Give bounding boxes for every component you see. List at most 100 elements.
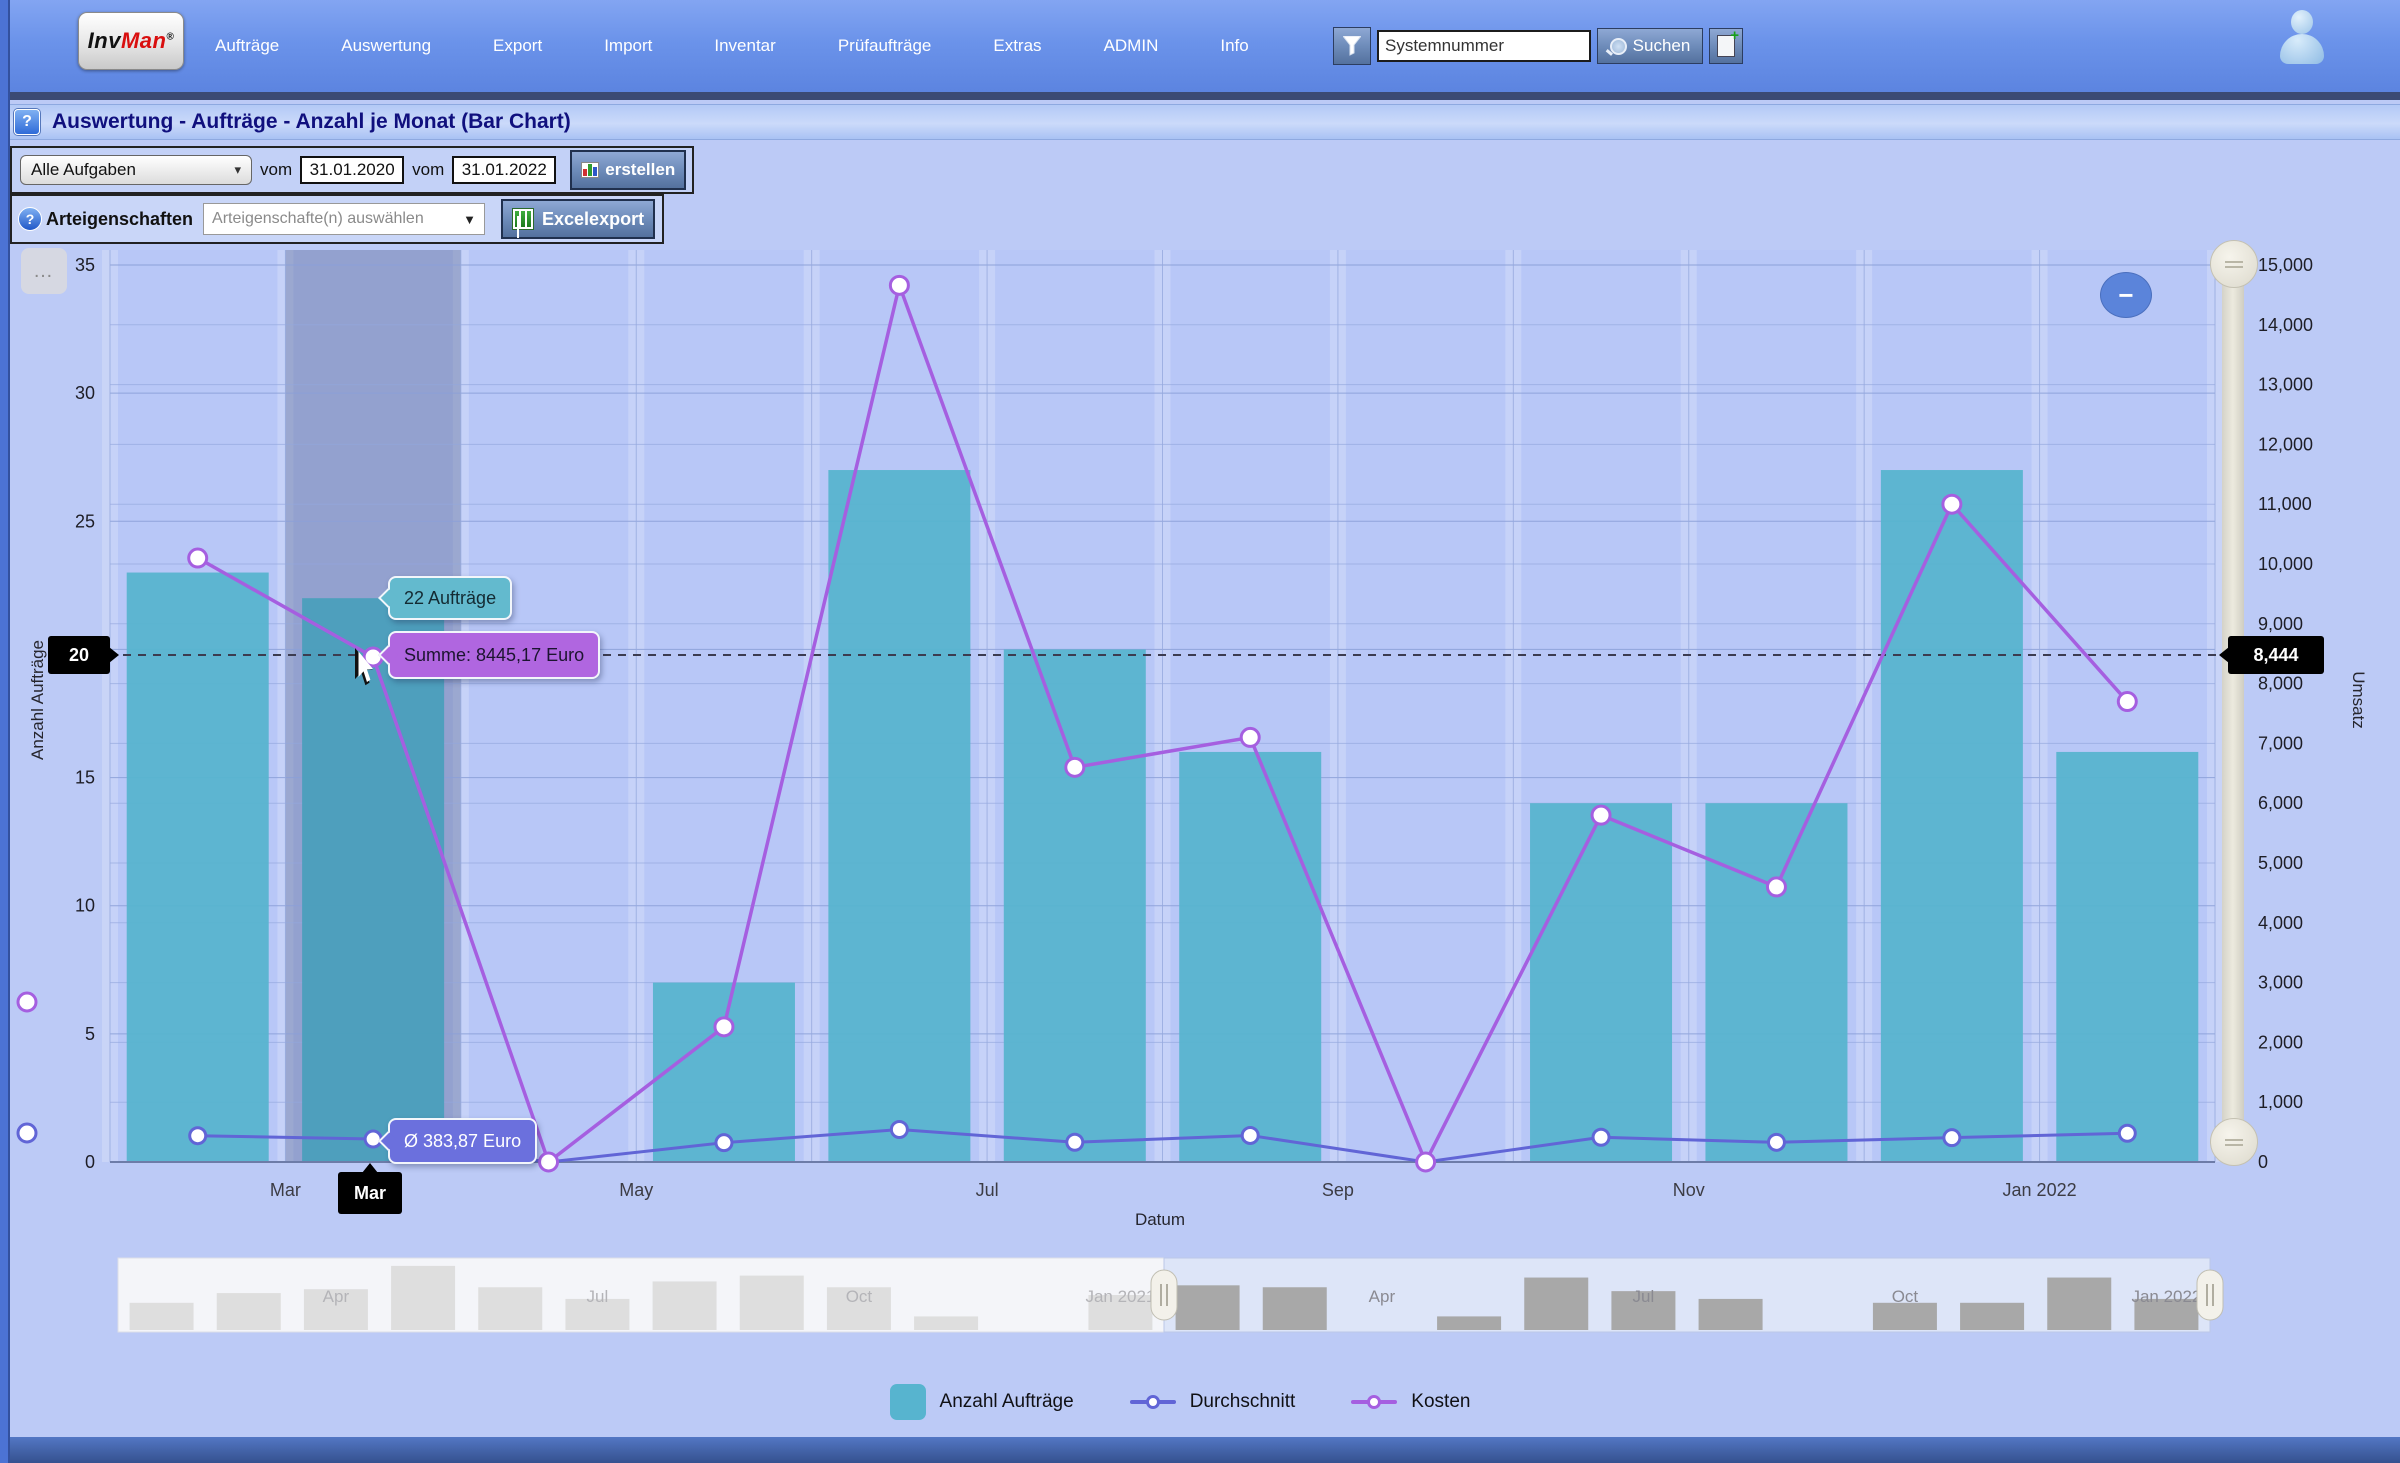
y-tick-right: 8,000 xyxy=(2258,674,2303,694)
value-axis-grip-top[interactable] xyxy=(2210,240,2258,288)
excel-export-button[interactable]: Excelexport xyxy=(501,199,655,239)
point-kosten-aug-2021[interactable] xyxy=(1241,728,1259,746)
point-kosten-may-2021[interactable] xyxy=(715,1018,733,1036)
navigator-bar xyxy=(914,1316,978,1330)
y-tick-right: 10,000 xyxy=(2258,554,2313,574)
bar-jun-2021[interactable] xyxy=(828,470,970,1162)
chart-options-button[interactable]: … xyxy=(21,248,67,294)
point-kosten-dec-2021[interactable] xyxy=(1943,495,1961,513)
left-axis-grip-kosten[interactable] xyxy=(18,993,36,1011)
navbar-search-area: Suchen xyxy=(1333,28,1743,64)
filter-row-properties: ? Arteigenschaften Arteigenschafte(n) au… xyxy=(10,194,664,244)
properties-select[interactable]: Arteigenschafte(n) auswählen ▼ xyxy=(203,203,485,235)
point-durchschnitt-may-2021[interactable] xyxy=(716,1135,732,1151)
navigator-bar xyxy=(1176,1285,1240,1330)
point-durchschnitt-oct-2021[interactable] xyxy=(1593,1129,1609,1145)
value-axis-zoom-track[interactable] xyxy=(2222,252,2244,1164)
point-durchschnitt-jul-2021[interactable] xyxy=(1067,1134,1083,1150)
zoom-out-button[interactable]: − xyxy=(2100,272,2152,318)
y-tick-left: 30 xyxy=(75,383,95,403)
avatar-body xyxy=(2280,34,2324,64)
chart-legend: Anzahl Aufträge Durchschnitt Kosten xyxy=(0,1384,2360,1420)
nav-item-inventar[interactable]: Inventar xyxy=(714,36,775,56)
properties-label: Arteigenschaften xyxy=(46,209,193,230)
right-axis-title: Umsatz xyxy=(2348,600,2368,800)
nav-item-import[interactable]: Import xyxy=(604,36,652,56)
bar-jan-2022[interactable] xyxy=(2056,752,2198,1162)
left-axis-grip-durchschnitt[interactable] xyxy=(18,1124,36,1142)
y-tick-right: 0 xyxy=(2258,1152,2268,1172)
invman-logo[interactable]: InvMan® xyxy=(78,12,184,70)
point-kosten-oct-2021[interactable] xyxy=(1592,806,1610,824)
value-axis-grip-bottom[interactable] xyxy=(2210,1118,2258,1166)
y-tick-right: 1,000 xyxy=(2258,1092,2303,1112)
x-axis-title: Datum xyxy=(1060,1210,1260,1230)
navigator-grip-right[interactable] xyxy=(2197,1270,2223,1320)
nav-item-prfauftrge[interactable]: Prüfaufträge xyxy=(838,36,932,56)
user-avatar[interactable] xyxy=(2274,6,2330,64)
navigator-label: Apr xyxy=(1369,1287,1396,1306)
point-kosten-jun-2021[interactable] xyxy=(890,276,908,294)
point-kosten-apr-2021[interactable] xyxy=(540,1153,558,1171)
page-title: Auswertung - Aufträge - Anzahl je Monat … xyxy=(52,110,571,134)
bar-dec-2021[interactable] xyxy=(1881,470,2023,1162)
bar-feb-2021[interactable] xyxy=(127,573,269,1162)
point-kosten-sep-2021[interactable] xyxy=(1417,1153,1435,1171)
export-shortcut-button[interactable] xyxy=(1709,28,1743,64)
y-tick-left: 10 xyxy=(75,896,95,916)
nav-item-export[interactable]: Export xyxy=(493,36,542,56)
bar-jul-2021[interactable] xyxy=(1004,649,1146,1162)
search-button[interactable]: Suchen xyxy=(1597,28,1703,64)
properties-help-icon[interactable]: ? xyxy=(18,207,42,231)
nav-item-info[interactable]: Info xyxy=(1220,36,1248,56)
task-type-select[interactable]: Alle Aufgaben ▾ xyxy=(20,155,252,185)
navigator-label: Apr xyxy=(323,1287,350,1306)
nav-item-extras[interactable]: Extras xyxy=(993,36,1041,56)
nav-item-admin[interactable]: ADMIN xyxy=(1104,36,1159,56)
point-durchschnitt-jan-2022[interactable] xyxy=(2119,1125,2135,1141)
point-durchschnitt-jun-2021[interactable] xyxy=(891,1122,907,1138)
y-tick-right: 4,000 xyxy=(2258,913,2303,933)
bar-nov-2021[interactable] xyxy=(1705,803,1847,1162)
point-kosten-jul-2021[interactable] xyxy=(1066,758,1084,776)
point-durchschnitt-aug-2021[interactable] xyxy=(1242,1127,1258,1143)
tooltip-average: Ø 383,87 Euro xyxy=(388,1118,537,1164)
bar-chart-icon xyxy=(581,162,599,178)
date-to-input[interactable] xyxy=(452,156,556,184)
x-tick: Mar xyxy=(270,1180,301,1200)
bar-aug-2021[interactable] xyxy=(1179,752,1321,1162)
y-tick-left: 25 xyxy=(75,511,95,531)
nav-item-auswertung[interactable]: Auswertung xyxy=(341,36,431,56)
y-tick-right: 5,000 xyxy=(2258,853,2303,873)
date-from-input[interactable] xyxy=(300,156,404,184)
legend-item[interactable]: Kosten xyxy=(1351,1391,1470,1413)
top-navbar: InvMan® Aufträge Auswertung Export Import In… xyxy=(0,0,2400,100)
y-tick-left: 15 xyxy=(75,768,95,788)
legend-item[interactable]: Anzahl Aufträge xyxy=(890,1384,1074,1420)
y-tick-right: 13,000 xyxy=(2258,375,2313,395)
tooltip-sum: Summe: 8445,17 Euro xyxy=(388,631,600,679)
y-tick-right: 7,000 xyxy=(2258,733,2303,753)
main-menu: Aufträge Auswertung Export Import Inventar Pr… xyxy=(215,0,1249,92)
help-icon[interactable]: ? xyxy=(14,109,40,135)
nav-item-auftrge[interactable]: Aufträge xyxy=(215,36,279,56)
legend-line-marker xyxy=(1351,1400,1397,1404)
systemnumber-input[interactable] xyxy=(1377,30,1591,62)
x-tick: Jul xyxy=(976,1180,999,1200)
point-durchschnitt-dec-2021[interactable] xyxy=(1944,1130,1960,1146)
point-kosten-nov-2021[interactable] xyxy=(1767,878,1785,896)
chevron-down-icon: ▼ xyxy=(463,212,476,227)
x-tick: Jan 2022 xyxy=(2003,1180,2077,1200)
navigator-grip-left[interactable] xyxy=(1151,1270,1177,1320)
bar-oct-2021[interactable] xyxy=(1530,803,1672,1162)
chevron-down-icon: ▾ xyxy=(234,162,241,178)
legend-line-marker xyxy=(1130,1400,1176,1404)
point-kosten-feb-2021[interactable] xyxy=(189,549,207,567)
point-durchschnitt-feb-2021[interactable] xyxy=(190,1128,206,1144)
create-chart-button[interactable]: erstellen xyxy=(570,150,686,190)
point-kosten-jan-2022[interactable] xyxy=(2118,693,2136,711)
navigator-bar xyxy=(1873,1303,1937,1330)
legend-item[interactable]: Durchschnitt xyxy=(1130,1391,1296,1413)
point-durchschnitt-nov-2021[interactable] xyxy=(1768,1134,1784,1150)
filter-button[interactable] xyxy=(1333,27,1371,65)
